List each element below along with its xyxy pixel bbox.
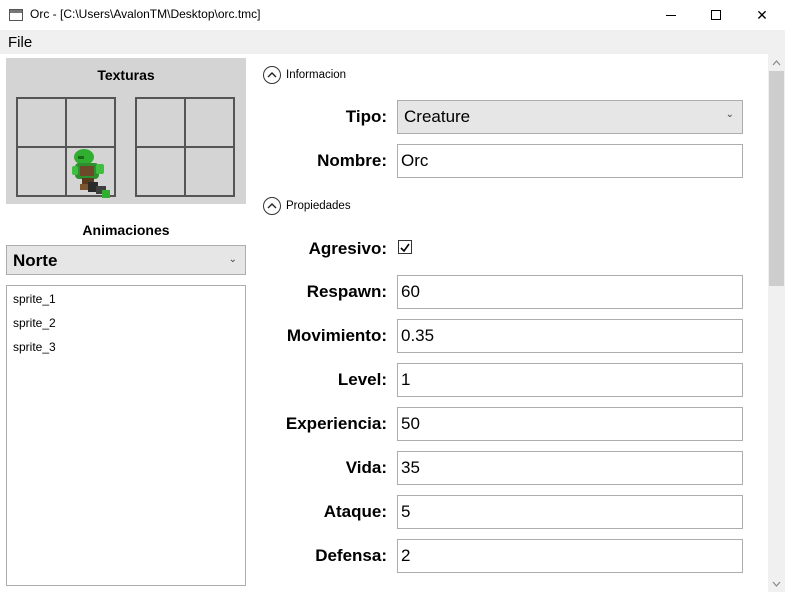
agresivo-label: Agresivo: [308, 239, 387, 258]
tipo-select[interactable]: Creature ⌄ [397, 100, 743, 134]
section-propiedades[interactable]: Propiedades [263, 197, 351, 215]
row-level: Level: 1 [254, 363, 768, 397]
tipo-label: Tipo: [345, 107, 387, 126]
minimize-icon [666, 14, 676, 16]
close-button[interactable]: ✕ [739, 0, 785, 30]
texture-cell[interactable] [17, 147, 66, 196]
properties-panel: Informacion Tipo: Creature ⌄ Nombre: Orc… [254, 54, 768, 592]
textures-panel: Texturas [6, 58, 246, 204]
row-respawn: Respawn: 60 [254, 275, 768, 309]
vertical-scrollbar[interactable] [768, 54, 785, 592]
list-item[interactable]: sprite_3 [7, 340, 245, 364]
level-input[interactable]: 1 [397, 363, 743, 397]
row-agresivo: Agresivo: [254, 232, 768, 266]
row-ataque: Ataque: 5 [254, 495, 768, 529]
row-defensa: Defensa: 2 [254, 539, 768, 573]
animation-direction-select[interactable]: Norte ⌄ [6, 245, 246, 275]
texture-cell[interactable] [136, 147, 185, 196]
title-bar: Orc - [C:\Users\AvalonTM\Desktop\orc.tmc… [0, 0, 785, 30]
vida-label: Vida: [345, 458, 387, 477]
tipo-value: Creature [404, 107, 471, 126]
checkmark-icon [400, 243, 410, 253]
defensa-label: Defensa: [315, 546, 387, 565]
level-label: Level: [337, 370, 387, 389]
section-propiedades-label: Propiedades [286, 200, 351, 212]
movimiento-input[interactable]: 0.35 [397, 319, 743, 353]
window-title: Orc - [C:\Users\AvalonTM\Desktop\orc.tmc… [30, 7, 261, 21]
nombre-input[interactable]: Orc [397, 144, 743, 178]
maximize-icon [711, 10, 721, 20]
texture-grid-secondary[interactable] [135, 97, 235, 197]
list-item[interactable]: sprite_2 [7, 316, 245, 340]
close-icon: ✕ [756, 6, 768, 23]
animations-title: Animaciones [82, 222, 170, 238]
left-panel: Texturas Animaciones Norte ⌄ sprite_1 sp… [0, 54, 254, 592]
menu-file[interactable]: File [8, 34, 32, 51]
orc-sprite-icon [72, 149, 110, 198]
texture-cell[interactable] [136, 98, 185, 147]
nombre-label: Nombre: [317, 151, 387, 170]
defensa-input[interactable]: 2 [397, 539, 743, 573]
collapse-up-icon[interactable] [263, 197, 281, 215]
ataque-input[interactable]: 5 [397, 495, 743, 529]
experiencia-input[interactable]: 50 [397, 407, 743, 441]
row-vida: Vida: 35 [254, 451, 768, 485]
respawn-label: Respawn: [306, 282, 387, 301]
animation-direction-value: Norte [13, 251, 58, 270]
sprite-list[interactable]: sprite_1 sprite_2 sprite_3 [6, 285, 246, 586]
row-experiencia: Experiencia: 50 [254, 407, 768, 441]
texture-cell[interactable] [66, 98, 115, 147]
row-nombre: Nombre: Orc [254, 144, 768, 178]
vida-input[interactable]: 35 [397, 451, 743, 485]
experiencia-label: Experiencia: [285, 414, 387, 433]
collapse-up-icon[interactable] [263, 66, 281, 84]
texture-cell[interactable] [185, 147, 234, 196]
textures-title: Texturas [97, 67, 155, 83]
list-item[interactable]: sprite_1 [7, 292, 245, 316]
texture-cell[interactable] [17, 98, 66, 147]
scroll-up-icon[interactable] [768, 54, 785, 71]
section-informacion-label: Informacion [286, 69, 347, 81]
maximize-button[interactable] [693, 0, 739, 30]
scrollbar-thumb[interactable] [769, 71, 784, 286]
agresivo-checkbox[interactable] [398, 240, 412, 254]
chevron-down-icon: ⌄ [725, 109, 734, 120]
scroll-down-icon[interactable] [768, 575, 785, 592]
app-icon [9, 9, 23, 21]
row-tipo: Tipo: Creature ⌄ [254, 100, 768, 134]
ataque-label: Ataque: [323, 502, 387, 521]
movimiento-label: Movimiento: [286, 326, 387, 345]
section-informacion[interactable]: Informacion [263, 66, 346, 84]
minimize-button[interactable] [648, 0, 694, 30]
row-movimiento: Movimiento: 0.35 [254, 319, 768, 353]
menu-bar: File [0, 30, 785, 54]
chevron-down-icon: ⌄ [228, 254, 237, 265]
respawn-input[interactable]: 60 [397, 275, 743, 309]
texture-cell[interactable] [185, 98, 234, 147]
